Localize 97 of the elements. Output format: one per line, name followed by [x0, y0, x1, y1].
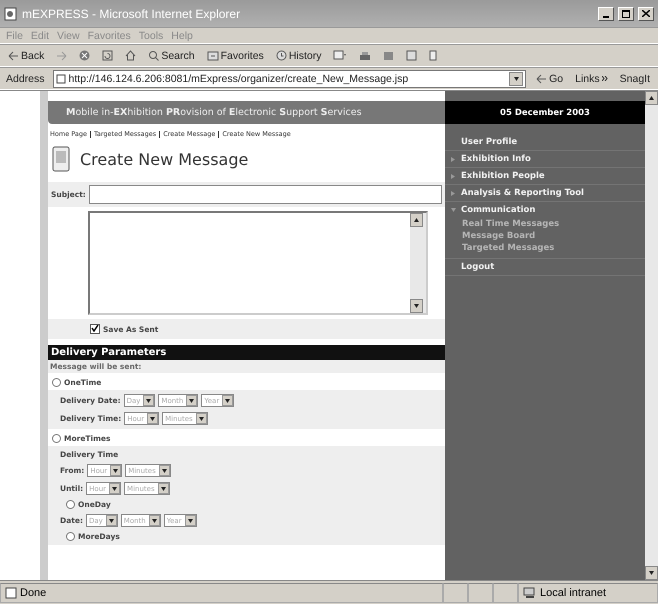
snagit-button[interactable]: SnagIt — [618, 72, 652, 84]
nav-link[interactable]: Exhibition Info — [445, 151, 645, 168]
refresh-button[interactable] — [100, 50, 116, 61]
caret-down-icon — [108, 518, 114, 522]
caret-down-icon — [414, 304, 419, 308]
scroll-down-button[interactable] — [410, 299, 423, 313]
nav-link[interactable]: Communication — [445, 202, 645, 218]
nav-link[interactable]: Analysis & Reporting Tool — [445, 185, 645, 202]
caret-down-icon — [160, 486, 166, 490]
computer-icon — [523, 586, 537, 598]
page-title: Create New Message — [80, 150, 248, 168]
minimize-icon — [603, 16, 609, 18]
nav-link[interactable]: Exhibition People — [445, 168, 645, 185]
page-icon — [56, 74, 66, 84]
forward-icon — [56, 50, 68, 60]
nav-sublink[interactable]: Targeted Messages — [445, 242, 645, 254]
minimize-button[interactable] — [598, 6, 614, 20]
menu-item[interactable]: Edit — [30, 30, 50, 42]
caret-down-icon — [225, 398, 230, 402]
arrow-icon — [451, 174, 456, 178]
zone-text: Local intranet — [540, 586, 606, 598]
scrollbar[interactable] — [410, 213, 426, 313]
section-heading: Delivery Parameters — [48, 345, 445, 360]
caret-down-icon — [162, 468, 167, 472]
caret-down-icon — [150, 416, 156, 420]
caret-up-icon — [414, 218, 419, 222]
stop-button[interactable] — [77, 50, 92, 61]
nav-link[interactable]: User Profile — [445, 134, 645, 151]
scrollbar[interactable] — [645, 91, 658, 580]
go-button[interactable]: Go — [534, 72, 566, 84]
stop-icon — [79, 50, 90, 61]
menu-item[interactable]: File — [6, 30, 23, 42]
nav-link[interactable]: Logout — [445, 259, 645, 276]
mail-icon — [333, 50, 348, 61]
caret-down-icon — [188, 518, 193, 522]
caret-down-icon — [198, 416, 204, 420]
toolbar-button[interactable]: Back — [6, 50, 46, 62]
radio-button[interactable] — [66, 532, 75, 541]
checkmark-icon — [91, 325, 99, 332]
menu-item[interactable]: Tools — [138, 30, 164, 42]
status-text: Done — [20, 586, 46, 598]
chevron-icon — [602, 76, 608, 81]
arrow-icon — [536, 74, 548, 84]
menu-item[interactable]: Help — [171, 30, 193, 42]
status-panel — [468, 582, 493, 602]
url-text: http://146.124.6.206:8081/mExpress/organizer/create_New_Message.jsp — [68, 72, 410, 84]
caret-down-icon — [113, 468, 118, 472]
dropdown-button[interactable] — [509, 72, 524, 86]
caret-up-icon — [649, 96, 654, 100]
scroll-up-button[interactable] — [410, 213, 423, 227]
caret-down-icon — [189, 398, 194, 402]
scroll-up-button[interactable] — [645, 91, 658, 105]
favorites-icon — [206, 50, 219, 60]
close-button[interactable] — [638, 6, 654, 20]
home-button[interactable] — [123, 50, 138, 61]
window-title: mEXPRESS - Microsoft Internet Explorer — [22, 6, 242, 20]
caret-down-icon — [112, 486, 118, 490]
nav-sublink[interactable]: Real Time Messages — [445, 218, 645, 230]
radio-button[interactable] — [66, 500, 75, 509]
banner-text: Mobile in-EXhibition PRovision of Electronic Support Services — [66, 107, 362, 118]
toolbar-button[interactable]: Search — [146, 50, 197, 62]
maximize-icon — [622, 10, 630, 18]
radio-button[interactable] — [52, 434, 61, 443]
caret-down-icon — [649, 570, 654, 574]
arrow-icon — [451, 190, 456, 196]
history-icon — [276, 50, 287, 61]
page-icon — [4, 6, 18, 20]
messenger-button[interactable] — [427, 50, 440, 61]
arrow-icon — [451, 208, 456, 212]
toolbar-button[interactable]: Favorites — [204, 50, 266, 62]
nav-sublink[interactable]: Message Board — [445, 230, 645, 242]
caret-down-icon — [514, 76, 519, 80]
search-icon — [148, 50, 160, 61]
close-icon — [642, 10, 650, 17]
radio-button[interactable] — [52, 378, 61, 387]
links-button[interactable]: Links — [573, 72, 610, 84]
home-icon — [125, 50, 136, 61]
toolbar-button[interactable]: History — [274, 50, 324, 62]
refresh-icon — [102, 50, 114, 61]
page-icon — [5, 586, 17, 598]
address-label: Address — [6, 72, 45, 84]
back-icon — [8, 50, 19, 60]
menu-item[interactable]: View — [57, 30, 80, 42]
maximize-button[interactable] — [618, 6, 634, 20]
document-icon — [52, 146, 70, 172]
subject-field[interactable] — [88, 185, 442, 204]
caret-down-icon — [152, 518, 157, 522]
date-text: 05 December 2003 — [445, 101, 645, 124]
checkbox[interactable] — [90, 324, 100, 334]
message-field[interactable] — [88, 211, 428, 315]
address-field[interactable]: http://146.124.6.206:8081/mExpress/organizer/create_New_Message.jsp — [52, 70, 526, 88]
print-icon — [359, 50, 372, 60]
scroll-down-button[interactable] — [645, 566, 658, 580]
discuss-button[interactable] — [404, 50, 420, 61]
arrow-icon — [451, 156, 456, 162]
menu-item[interactable]: Favorites — [88, 30, 131, 42]
caret-down-icon — [146, 398, 152, 402]
